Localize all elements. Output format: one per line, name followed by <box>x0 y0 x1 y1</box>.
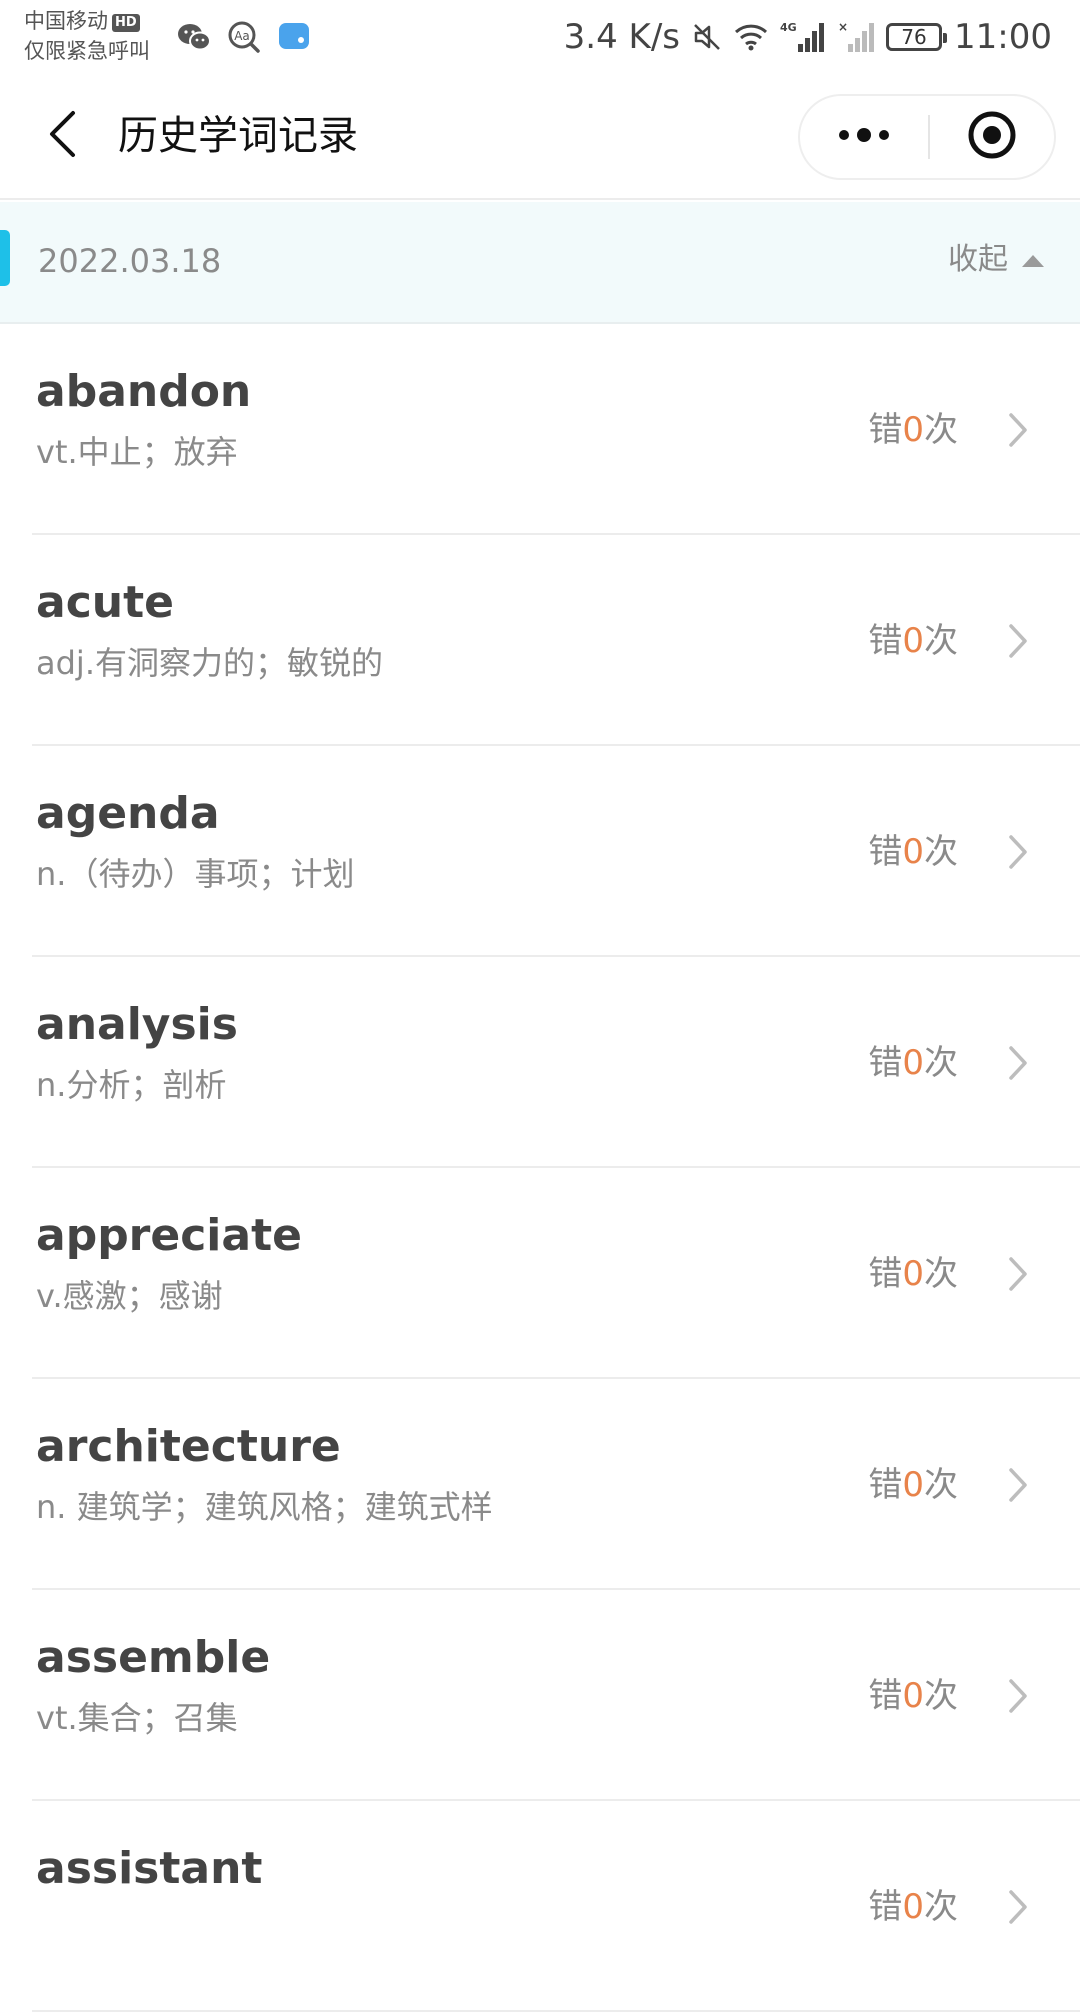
error-suffix: 次 <box>924 410 958 450</box>
error-number: 0 <box>902 410 924 450</box>
error-prefix: 错 <box>868 1887 903 1927</box>
word-meaning: n. 建筑学；建筑风格；建筑式样 <box>36 1488 493 1526</box>
search-aa-icon: Aa <box>226 20 262 54</box>
error-suffix: 次 <box>924 1254 958 1294</box>
signal-4g-icon: 4G <box>780 20 826 54</box>
status-right: 3.4 K/s 4G × 76 11:00 <box>564 14 1052 60</box>
error-suffix: 次 <box>924 621 958 661</box>
word-text: acute <box>36 577 174 628</box>
error-suffix: 次 <box>924 1465 958 1505</box>
word-text: assistant <box>36 1843 263 1894</box>
word-row[interactable]: abandon vt.中止；放弃 错0次 <box>0 324 1080 535</box>
word-text: analysis <box>36 999 238 1050</box>
word-row[interactable]: appreciate v.感激；感谢 错0次 <box>0 1168 1080 1379</box>
word-row[interactable]: analysis n.分析；剖析 错0次 <box>0 957 1080 1168</box>
more-button[interactable] <box>800 96 928 178</box>
page-title: 历史学词记录 <box>118 113 358 159</box>
error-count: 错0次 <box>868 1041 958 1085</box>
word-meaning: vt.集合；召集 <box>36 1699 238 1737</box>
error-suffix: 次 <box>924 832 958 872</box>
word-meaning: adj.有洞察力的；敏锐的 <box>36 644 383 682</box>
battery-icon: 76 <box>886 23 948 51</box>
error-count: 错0次 <box>868 1885 958 1929</box>
error-prefix: 错 <box>868 1676 903 1716</box>
clock: 11:00 <box>954 17 1052 57</box>
word-row[interactable]: architecture n. 建筑学；建筑风格；建筑式样 错0次 <box>0 1379 1080 1590</box>
chevron-right-icon <box>1000 1045 1036 1081</box>
group-accent-marker <box>0 230 10 286</box>
word-row[interactable]: assemble vt.集合；召集 错0次 <box>0 1590 1080 1801</box>
error-number: 0 <box>902 1465 924 1505</box>
error-count: 错0次 <box>868 1463 958 1507</box>
wechat-icon <box>176 20 212 54</box>
error-number: 0 <box>902 1676 924 1716</box>
error-number: 0 <box>902 621 924 661</box>
hd-badge: HD <box>112 14 140 32</box>
svg-text:Aa: Aa <box>234 29 250 43</box>
error-suffix: 次 <box>924 1887 958 1927</box>
collapse-button[interactable]: 收起 <box>948 238 1046 282</box>
signal-no-sim-icon: × <box>838 20 875 54</box>
word-row[interactable]: assistant 错0次 <box>0 1801 1080 2012</box>
error-count: 错0次 <box>868 1252 958 1296</box>
error-count: 错0次 <box>868 830 958 874</box>
back-button[interactable] <box>30 104 94 168</box>
status-bar: 中国移动 HD 仅限紧急呼叫 Aa 3.4 K/s 4G × 76 11:00 <box>0 0 1080 76</box>
error-number: 0 <box>902 1254 924 1294</box>
error-count: 错0次 <box>868 408 958 452</box>
network-speed: 3.4 K/s <box>563 17 681 57</box>
error-number: 0 <box>902 1887 924 1927</box>
close-target-icon <box>966 109 1018 165</box>
chevron-right-icon <box>1000 834 1036 870</box>
word-meaning: n.（待办）事项；计划 <box>36 855 355 893</box>
notification-icons: Aa <box>176 20 312 54</box>
chevron-right-icon <box>1000 623 1036 659</box>
error-suffix: 次 <box>924 1676 958 1716</box>
more-dots-icon <box>836 127 892 147</box>
error-prefix: 错 <box>868 410 903 450</box>
word-list: abandon vt.中止；放弃 错0次 acute adj.有洞察力的；敏锐的… <box>0 324 1080 2012</box>
error-prefix: 错 <box>868 621 903 661</box>
carrier-info: 中国移动 HD 仅限紧急呼叫 <box>24 6 150 66</box>
word-text: appreciate <box>36 1210 302 1261</box>
chevron-right-icon <box>1000 412 1036 448</box>
error-prefix: 错 <box>868 1043 903 1083</box>
emergency-only-label: 仅限紧急呼叫 <box>24 39 150 63</box>
error-number: 0 <box>902 832 924 872</box>
word-text: architecture <box>36 1421 341 1472</box>
date-group-header: 2022.03.18 收起 <box>0 202 1080 324</box>
signal-4g-label: 4G <box>780 21 797 34</box>
error-prefix: 错 <box>868 832 903 872</box>
error-number: 0 <box>902 1043 924 1083</box>
error-prefix: 错 <box>868 1465 903 1505</box>
svg-text:×: × <box>838 20 848 34</box>
error-prefix: 错 <box>868 1254 903 1294</box>
chevron-right-icon <box>1000 1467 1036 1503</box>
error-count: 错0次 <box>868 619 958 663</box>
message-app-icon <box>276 20 312 54</box>
wifi-icon <box>734 23 768 51</box>
word-text: abandon <box>36 366 252 417</box>
nav-bar: 历史学词记录 <box>0 76 1080 200</box>
chevron-right-icon <box>1000 1678 1036 1714</box>
caret-up-icon <box>1020 238 1046 282</box>
word-row[interactable]: agenda n.（待办）事项；计划 错0次 <box>0 746 1080 957</box>
carrier-name: 中国移动 <box>24 9 108 33</box>
error-suffix: 次 <box>924 1043 958 1083</box>
back-arrow-icon <box>47 110 77 162</box>
word-meaning: n.分析；剖析 <box>36 1066 227 1104</box>
error-count: 错0次 <box>868 1674 958 1718</box>
word-text: assemble <box>36 1632 271 1683</box>
word-meaning: vt.中止；放弃 <box>36 433 238 471</box>
word-text: agenda <box>36 788 220 839</box>
word-row[interactable]: acute adj.有洞察力的；敏锐的 错0次 <box>0 535 1080 746</box>
close-button[interactable] <box>930 96 1054 178</box>
word-meaning: v.感激；感谢 <box>36 1277 223 1315</box>
chevron-right-icon <box>1000 1256 1036 1292</box>
mute-icon <box>692 22 722 52</box>
mini-program-capsule <box>798 94 1056 180</box>
group-date: 2022.03.18 <box>38 242 222 280</box>
collapse-label: 收起 <box>948 242 1008 277</box>
